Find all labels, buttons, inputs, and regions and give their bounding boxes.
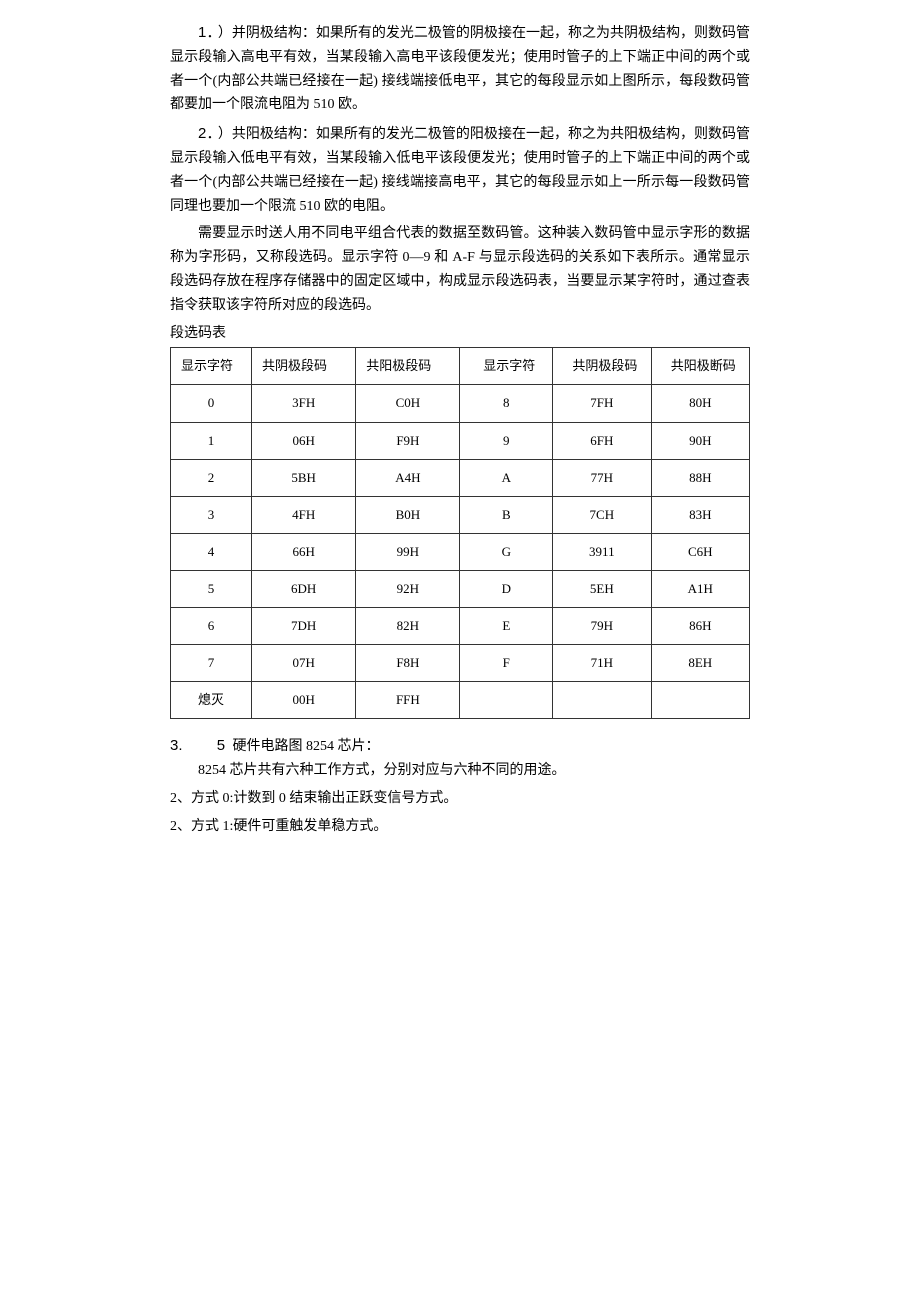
sec5-title: 硬件电路图 8254 芯片： bbox=[229, 739, 380, 754]
table-cell: 4FH bbox=[252, 496, 356, 533]
th-3: 显示字符 bbox=[460, 348, 553, 385]
sec3-num: 3. bbox=[170, 737, 183, 754]
sec5-num: 5 bbox=[217, 737, 225, 754]
paragraph-1: 1．）并阴极结构：如果所有的发光二极管的阴极接在一起，称之为共阴极结构，则数码管… bbox=[170, 20, 750, 117]
table-cell: A1H bbox=[651, 570, 749, 607]
segment-code-table: 显示字符 共阴极段码 共阳极段码 显示字符 共阴极段码 共阳极断码 03FHC0… bbox=[170, 347, 750, 719]
paragraph-2-text: ）共阳极结构：如果所有的发光二极管的阳极接在一起，称之为共阳极结构，则数码管显示… bbox=[170, 127, 750, 213]
paragraph-1-text: ）并阴极结构：如果所有的发光二极管的阴极接在一起，称之为共阴极结构，则数码管显示… bbox=[170, 26, 750, 112]
th-5: 共阳极断码 bbox=[651, 348, 749, 385]
table-cell: G bbox=[460, 533, 553, 570]
table-cell: 6DH bbox=[252, 570, 356, 607]
table-cell: 80H bbox=[651, 385, 749, 422]
th-4: 共阴极段码 bbox=[553, 348, 651, 385]
section-3: 3. 5 硬件电路图 8254 芯片： bbox=[170, 733, 750, 759]
th-0: 显示字符 bbox=[171, 348, 252, 385]
table-row: 707HF8HF71H8EH bbox=[171, 645, 750, 682]
table-cell: 6FH bbox=[553, 422, 651, 459]
table-row: 25BHA4HA77H88H bbox=[171, 459, 750, 496]
th-1: 共阴极段码 bbox=[252, 348, 356, 385]
table-cell: A bbox=[460, 459, 553, 496]
table-cell: 5BH bbox=[252, 459, 356, 496]
table-row: 34FHB0HB7CH83H bbox=[171, 496, 750, 533]
table-cell: 8 bbox=[460, 385, 553, 422]
table-cell: 86H bbox=[651, 608, 749, 645]
table-row: 67DH82HE79H86H bbox=[171, 608, 750, 645]
table-cell: C6H bbox=[651, 533, 749, 570]
table-cell: 07H bbox=[252, 645, 356, 682]
table-cell bbox=[553, 682, 651, 719]
table-cell: C0H bbox=[356, 385, 460, 422]
table-row: 106HF9H96FH90H bbox=[171, 422, 750, 459]
table-cell: 79H bbox=[553, 608, 651, 645]
table-cell: D bbox=[460, 570, 553, 607]
table-cell: 06H bbox=[252, 422, 356, 459]
table-cell: 66H bbox=[252, 533, 356, 570]
table-cell: 7DH bbox=[252, 608, 356, 645]
table-row: 03FHC0H87FH80H bbox=[171, 385, 750, 422]
table-cell: B0H bbox=[356, 496, 460, 533]
th-2: 共阳极段码 bbox=[356, 348, 460, 385]
table-cell: F bbox=[460, 645, 553, 682]
table-cell: 7FH bbox=[553, 385, 651, 422]
num-label-2: 2． bbox=[198, 125, 214, 142]
paragraph-3: 需要显示时送人用不同电平组合代表的数据至数码管。这种装入数码管中显示字形的数据称… bbox=[170, 222, 750, 317]
table-cell: 9 bbox=[460, 422, 553, 459]
table-row: 熄灭00HFFH bbox=[171, 682, 750, 719]
table-cell bbox=[460, 682, 553, 719]
table-cell: 82H bbox=[356, 608, 460, 645]
table-cell: 3911 bbox=[553, 533, 651, 570]
table-cell: 83H bbox=[651, 496, 749, 533]
table-cell bbox=[651, 682, 749, 719]
table-cell: 0 bbox=[171, 385, 252, 422]
table-cell: 92H bbox=[356, 570, 460, 607]
table-cell: 3FH bbox=[252, 385, 356, 422]
mode-0: 2、方式 0:计数到 0 结束输出正跃变信号方式。 bbox=[170, 787, 750, 811]
table-cell: B bbox=[460, 496, 553, 533]
table-row: 56DH92HD5EHA1H bbox=[171, 570, 750, 607]
mode-1: 2、方式 1:硬件可重触发单稳方式。 bbox=[170, 815, 750, 839]
table-cell: A4H bbox=[356, 459, 460, 496]
table-cell: 77H bbox=[553, 459, 651, 496]
sec5-line: 8254 芯片共有六种工作方式，分别对应与六种不同的用途。 bbox=[170, 759, 750, 783]
table-cell: 7 bbox=[171, 645, 252, 682]
table-cell: 5EH bbox=[553, 570, 651, 607]
table-cell: 7CH bbox=[553, 496, 651, 533]
table-cell: F8H bbox=[356, 645, 460, 682]
table-cell: 1 bbox=[171, 422, 252, 459]
table-body: 03FHC0H87FH80H106HF9H96FH90H25BHA4HA77H8… bbox=[171, 385, 750, 719]
paragraph-3-text: 需要显示时送人用不同电平组合代表的数据至数码管。这种装入数码管中显示字形的数据称… bbox=[170, 226, 750, 312]
table-cell: 88H bbox=[651, 459, 749, 496]
table-cell: 熄灭 bbox=[171, 682, 252, 719]
table-cell: 5 bbox=[171, 570, 252, 607]
table-cell: 00H bbox=[252, 682, 356, 719]
table-cell: 4 bbox=[171, 533, 252, 570]
paragraph-2: 2．）共阳极结构：如果所有的发光二极管的阳极接在一起，称之为共阳极结构，则数码管… bbox=[170, 121, 750, 218]
table-cell: 6 bbox=[171, 608, 252, 645]
table-cell: 71H bbox=[553, 645, 651, 682]
table-caption: 段选码表 bbox=[170, 322, 750, 346]
table-row: 466H99HG3911C6H bbox=[171, 533, 750, 570]
num-label-1: 1． bbox=[198, 24, 214, 41]
table-cell: E bbox=[460, 608, 553, 645]
table-cell: 99H bbox=[356, 533, 460, 570]
table-cell: 2 bbox=[171, 459, 252, 496]
table-cell: 8EH bbox=[651, 645, 749, 682]
table-cell: FFH bbox=[356, 682, 460, 719]
table-header-row: 显示字符 共阴极段码 共阳极段码 显示字符 共阴极段码 共阳极断码 bbox=[171, 348, 750, 385]
table-cell: F9H bbox=[356, 422, 460, 459]
table-cell: 3 bbox=[171, 496, 252, 533]
table-cell: 90H bbox=[651, 422, 749, 459]
